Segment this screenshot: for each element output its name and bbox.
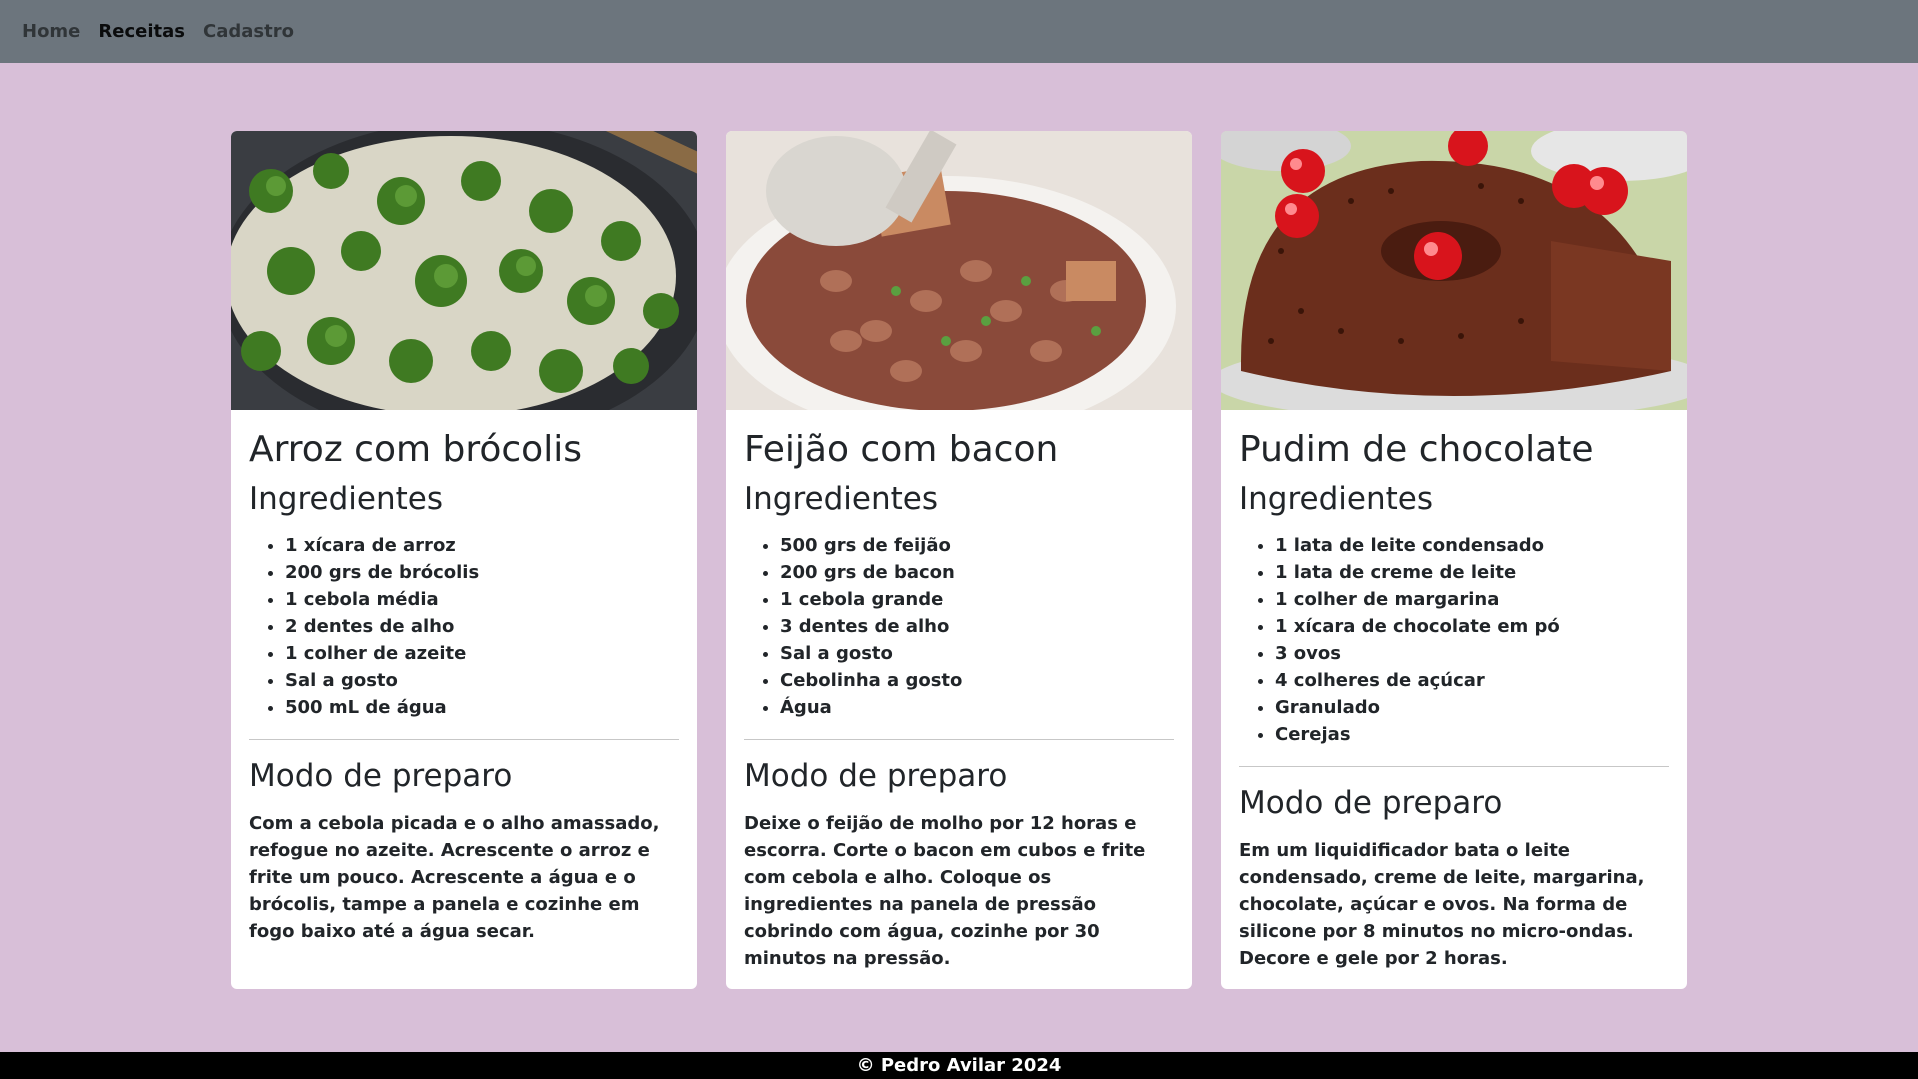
divider [744,739,1174,741]
ingredients-list: 1 xícara de arroz 200 grs de brócolis 1 … [249,532,679,721]
method-text: Em um liquidificador bata o leite conden… [1239,839,1645,969]
ingredient-item: 1 colher de azeite [285,640,679,667]
method-text: Deixe o feijão de molho por 12 horas e e… [744,812,1146,969]
ingredient-item: Cebolinha a gosto [780,667,1174,694]
ingredient-item: 1 lata de creme de leite [1275,559,1669,586]
ingredients-list: 500 grs de feijão 200 grs de bacon 1 ceb… [744,532,1174,721]
ingredient-item: Granulado [1275,694,1669,721]
ingredient-item: 3 dentes de alho [780,613,1174,640]
ingredient-item: 1 lata de leite condensado [1275,532,1669,559]
ingredient-item: 200 grs de brócolis [285,559,679,586]
divider [249,739,679,741]
nav-cadastro-link[interactable]: Cadastro [203,21,294,42]
recipe-card: Pudim de chocolate Ingredientes 1 lata d… [1221,131,1687,989]
navbar: Home Receitas Cadastro [0,0,1918,63]
ingredient-item: 1 cebola grande [780,586,1174,613]
ingredient-item: 1 cebola média [285,586,679,613]
method-text: Com a cebola picada e o alho amassado, r… [249,812,660,942]
ingredients-heading: Ingredientes [1239,481,1433,518]
ingredient-item: Cerejas [1275,721,1669,748]
recipe-card: Feijão com bacon Ingredientes 500 grs de… [726,131,1192,989]
ingredients-list: 1 lata de leite condensado 1 lata de cre… [1239,532,1669,748]
recipe-image-rice-broccoli [231,131,697,410]
ingredient-item: 500 grs de feijão [780,532,1174,559]
ingredient-item: 2 dentes de alho [285,613,679,640]
recipe-cards: Arroz com brócolis Ingredientes 1 xícara… [231,131,1687,989]
ingredients-heading: Ingredientes [249,481,443,518]
ingredients-heading: Ingredientes [744,481,938,518]
ingredient-item: Sal a gosto [780,640,1174,667]
recipe-card: Arroz com brócolis Ingredientes 1 xícara… [231,131,697,989]
ingredient-item: 200 grs de bacon [780,559,1174,586]
recipe-image-chocolate-pudding [1221,131,1687,410]
ingredient-item: 4 colheres de açúcar [1275,667,1669,694]
ingredient-item: 1 colher de margarina [1275,586,1669,613]
ingredient-item: 3 ovos [1275,640,1669,667]
method-heading: Modo de preparo [744,758,1008,795]
divider [1239,766,1669,768]
recipe-title: Feijão com bacon [744,429,1059,470]
recipe-image-beans-bacon [726,131,1192,410]
recipe-title: Arroz com brócolis [249,429,582,470]
ingredient-item: 1 xícara de chocolate em pó [1275,613,1669,640]
footer: © Pedro Avilar 2024 [0,1052,1918,1079]
method-heading: Modo de preparo [1239,785,1503,822]
nav-home-link[interactable]: Home [22,21,80,42]
method-heading: Modo de preparo [249,758,513,795]
ingredient-item: Água [780,694,1174,721]
ingredient-item: Sal a gosto [285,667,679,694]
ingredient-item: 1 xícara de arroz [285,532,679,559]
nav-receitas-link[interactable]: Receitas [98,21,185,42]
ingredient-item: 500 mL de água [285,694,679,721]
recipe-title: Pudim de chocolate [1239,429,1594,470]
